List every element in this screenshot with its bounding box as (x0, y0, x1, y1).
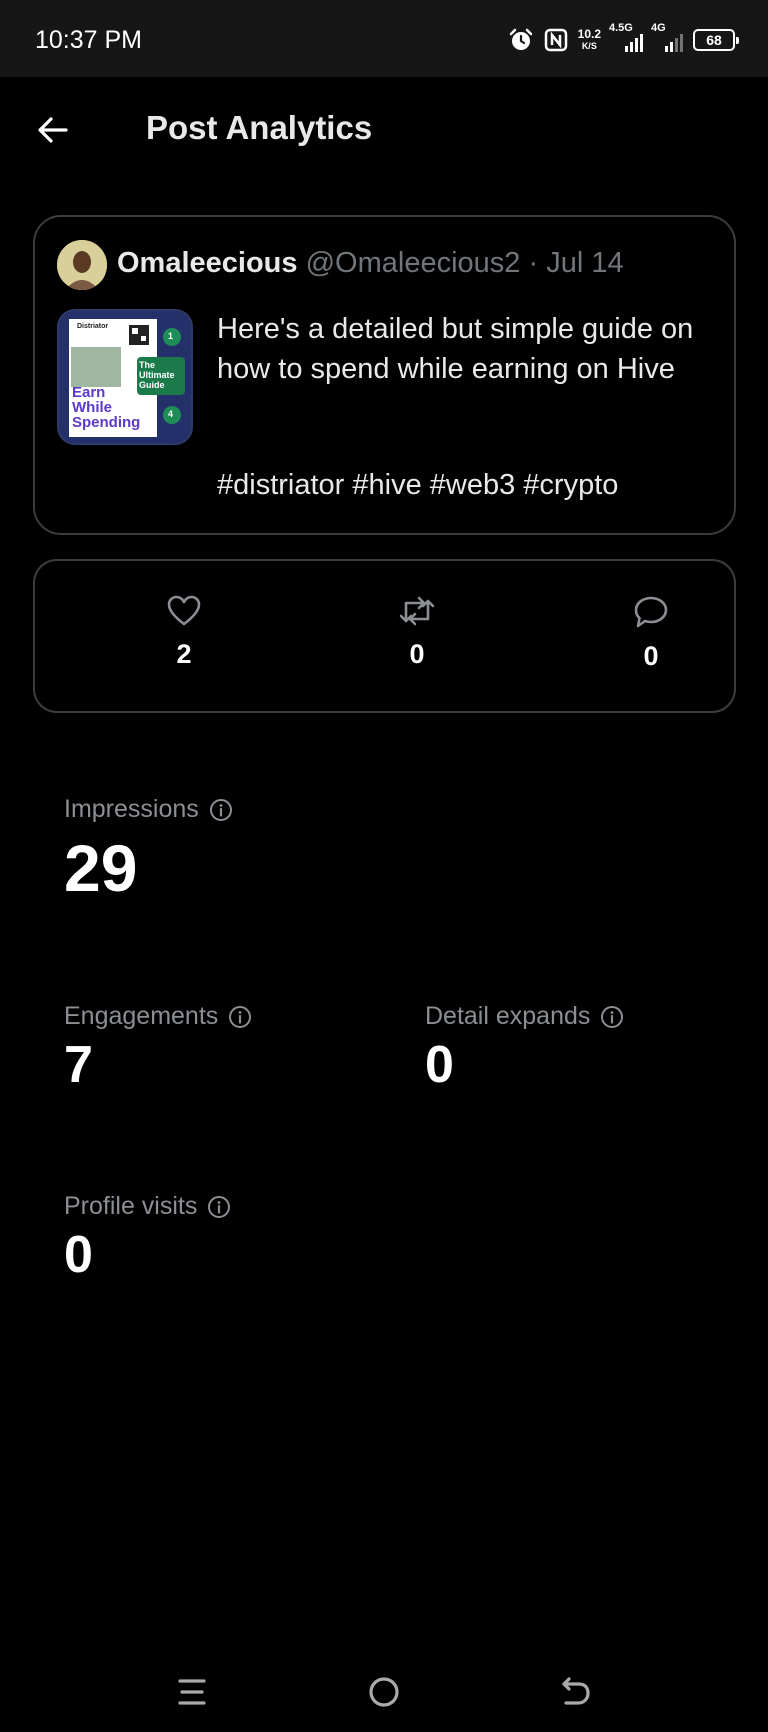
signal2-label: 4G (651, 22, 666, 34)
impressions-label: Impressions (64, 795, 199, 823)
info-icon[interactable] (600, 1005, 624, 1029)
author-line: Omaleecious @Omaleecious2 · Jul 14 (117, 247, 624, 280)
likes-stat[interactable]: 2 (124, 595, 244, 670)
impressions-value: 29 (64, 831, 138, 905)
likes-count: 2 (176, 639, 192, 669)
nfc-icon (544, 28, 568, 52)
menu-button[interactable] (172, 1672, 212, 1712)
thumb-badge-line3: Guide (139, 380, 165, 390)
avatar[interactable] (57, 240, 107, 290)
signal-icon-2: 4G (651, 22, 683, 52)
back-button[interactable] (30, 107, 76, 153)
engagement-card: 2 0 0 (33, 559, 736, 713)
detail-expands-label: Detail expands (425, 1002, 591, 1030)
info-icon[interactable] (228, 1005, 252, 1029)
thumb-title-line3: Spending (72, 414, 141, 431)
battery-level: 68 (706, 32, 722, 48)
author-handle: @Omaleecious2 (305, 247, 521, 279)
engagements-label: Engagements (64, 1002, 219, 1030)
replies-stat[interactable]: 0 (591, 595, 711, 672)
replies-count: 0 (643, 641, 659, 671)
thumb-badge-line2: Ultimate (139, 370, 175, 380)
engagements-value: 7 (64, 1036, 93, 1094)
separator: · (528, 247, 539, 279)
reposts-count: 0 (409, 639, 425, 669)
profile-visits-metric: Profile visits 0 (64, 1192, 231, 1285)
menu-icon (178, 1679, 206, 1705)
arrow-left-icon (38, 117, 68, 143)
net-speed: 10.2 K/S (578, 28, 601, 52)
home-circle-icon (369, 1677, 399, 1707)
impressions-metric: Impressions 29 (64, 795, 233, 906)
info-icon[interactable] (209, 798, 233, 822)
thumb-badge: The Ultimate Guide (139, 360, 185, 390)
thumb-title: Earn While Spending (72, 385, 140, 430)
signal1-label: 4.5G (609, 22, 633, 34)
back-nav-button[interactable] (556, 1672, 596, 1712)
post-tags[interactable]: #distriator #hive #web3 #crypto (217, 469, 618, 502)
net-speed-value: 10.2 (577, 27, 601, 41)
post-text: Here's a detailed but simple guide on ho… (217, 313, 694, 385)
status-time: 10:37 PM (35, 26, 143, 54)
profile-visits-value: 0 (64, 1226, 93, 1284)
detail-expands-value: 0 (425, 1036, 454, 1094)
thumb-step-1: 1 (168, 331, 174, 341)
post-date: Jul 14 (546, 247, 624, 279)
heart-icon (167, 595, 201, 626)
status-icons: 10.2 K/S 4.5G 4G 68 (508, 22, 739, 56)
header: Post Analytics (0, 77, 768, 183)
profile-visits-label: Profile visits (64, 1192, 198, 1220)
page-title: Post Analytics (146, 109, 373, 146)
author-name[interactable]: Omaleecious (117, 247, 298, 279)
post-card[interactable]: Omaleecious @Omaleecious2 · Jul 14 Distr… (33, 215, 736, 535)
reposts-stat[interactable]: 0 (357, 595, 477, 670)
battery-icon: 68 (693, 29, 739, 51)
repost-icon (399, 596, 435, 626)
signal-icon: 4.5G (609, 22, 643, 52)
post-thumbnail[interactable]: Distriator 1 4 The Ultimate Guide Earn W… (57, 309, 193, 445)
back-nav-icon (562, 1677, 590, 1705)
thumb-brand: Distriator (77, 323, 109, 330)
status-bar: 10:37 PM 10.2 K/S 4.5G 4G 68 (0, 0, 768, 77)
home-button[interactable] (364, 1672, 404, 1712)
detail-expands-metric: Detail expands 0 (425, 1002, 624, 1095)
thumb-title-line1: Earn (72, 384, 106, 401)
alarm-icon (508, 27, 534, 53)
reply-icon (634, 596, 668, 628)
thumb-badge-line1: The (139, 360, 156, 370)
thumb-step-4: 4 (168, 409, 174, 419)
net-speed-unit: K/S (581, 41, 597, 51)
system-nav-bar (0, 1650, 768, 1732)
info-icon[interactable] (207, 1195, 231, 1219)
engagements-metric: Engagements 7 (64, 1002, 252, 1095)
thumb-title-line2: While (72, 399, 112, 416)
